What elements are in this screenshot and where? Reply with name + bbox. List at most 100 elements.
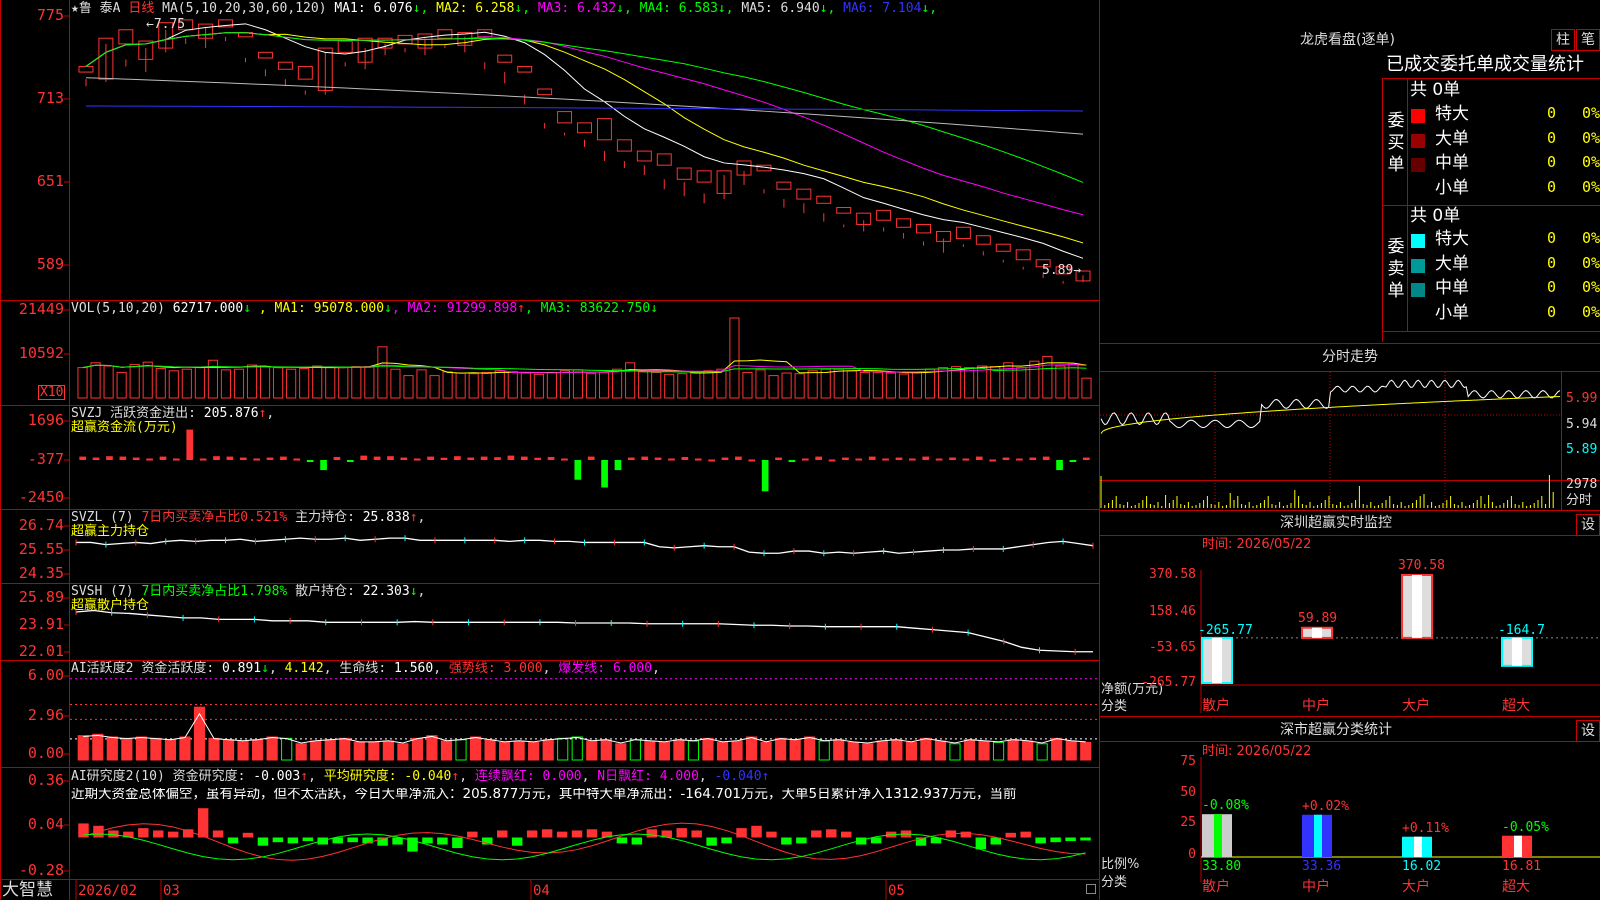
candle-body	[796, 188, 812, 200]
volume-bar	[103, 365, 114, 399]
vol-ma-item: , MA3: 83622.750	[524, 301, 651, 316]
ai-active-bar	[557, 737, 569, 761]
volume-bar	[677, 373, 688, 399]
high-price-label: ←7.75	[146, 17, 186, 32]
svzj-bar	[1056, 460, 1063, 471]
stats-value-label: 16.02	[1402, 859, 1442, 874]
tab-pen-chart[interactable]: 笔	[1576, 29, 1600, 51]
svzj-bar	[400, 457, 408, 460]
ai-active-bar	[731, 740, 743, 761]
ai-active-bar	[716, 741, 729, 761]
ai-active-bar	[586, 740, 598, 761]
volume-bar	[494, 370, 505, 399]
y-axis-label: -2450	[18, 488, 64, 506]
lock-icon[interactable]	[1086, 884, 1096, 894]
ai-research-bar	[586, 829, 598, 838]
y-axis-label: 23.91	[18, 615, 64, 633]
volume-bar	[273, 367, 284, 399]
order-pct: 0%	[1581, 153, 1600, 171]
volume-bar	[442, 371, 453, 399]
ai-active-bar	[992, 741, 1005, 761]
volume-bar	[911, 371, 923, 399]
ai-research-bar	[1065, 837, 1076, 842]
tab-bar-chart[interactable]: 柱	[1551, 29, 1575, 51]
volume-bar	[846, 370, 857, 399]
monitor-value-label: -164.7	[1498, 622, 1545, 638]
order-color-swatch	[1411, 109, 1425, 123]
avg-research-label: 平均研究度:	[323, 769, 397, 784]
svzj-bar	[79, 456, 87, 460]
svzj-bar	[801, 458, 809, 461]
ma-values: MA1: 6.076↓, MA2: 6.258↓, MA3: 6.432↓, M…	[334, 1, 937, 16]
svzj-bar	[681, 456, 689, 460]
order-stats-header[interactable]: 已成交委托单成交量统计	[1386, 56, 1584, 74]
volume-bar	[703, 370, 714, 399]
svzj-bar	[467, 457, 475, 460]
intraday-title[interactable]: 分时走势	[1322, 350, 1378, 364]
order-type-label: 大单	[1435, 128, 1469, 149]
volume-bar	[664, 373, 675, 399]
ai-active-bar	[615, 743, 627, 761]
monitor-y-label: 158.46	[1149, 604, 1196, 619]
svzj-bar	[507, 455, 515, 460]
ai-active-bar	[222, 739, 235, 761]
sz-monitor-title: 深圳超赢实时监控	[1280, 515, 1392, 531]
svzj-label: 活跃资金进出:	[110, 406, 196, 421]
ai-active-bar	[963, 739, 976, 761]
svzj-bar	[226, 456, 234, 460]
volume-bar	[455, 372, 466, 399]
sz-monitor-settings-button[interactable]: 设	[1576, 514, 1600, 536]
ai-research-bar	[781, 837, 792, 845]
ma-arrow: ↓,	[412, 1, 429, 16]
candle-body	[517, 65, 533, 73]
svzl-ratio: 7日内买卖净占比0.521%	[141, 510, 288, 525]
ma-line	[85, 32, 1084, 244]
volume-bar	[299, 368, 310, 399]
volume-bar	[625, 362, 636, 399]
volume-bar	[964, 367, 975, 399]
avg-research-value: -0.040	[404, 769, 452, 784]
stats-value-label: 16.81	[1502, 859, 1542, 874]
stats-value-label: 33.36	[1302, 859, 1342, 874]
ma-item: MA1: 6.076	[334, 1, 413, 16]
candlesticks	[78, 19, 1091, 284]
order-type-label: 中单	[1435, 278, 1469, 298]
vol-ma-item: , MA1: 95078.000	[258, 301, 385, 316]
monitor-bar-highlight	[1312, 627, 1322, 638]
svsh-label: 散户持仓:	[295, 584, 355, 599]
ai-research-bar	[227, 837, 239, 844]
svzj-bar	[882, 458, 889, 461]
volume-bar	[585, 373, 597, 399]
svzl-line-ticks	[75, 535, 1094, 557]
sell-side-label: 委卖单	[1387, 237, 1405, 301]
svzj-bar	[480, 456, 488, 460]
ai-research-bar	[631, 837, 643, 845]
stats-y-label: 75	[1180, 754, 1196, 769]
svzj-bar	[547, 456, 555, 460]
ai-research-bar	[960, 831, 972, 838]
volume-bar	[520, 372, 531, 399]
candle-body	[816, 195, 832, 204]
vol-ma-item: , MA2: 91299.898	[391, 301, 518, 316]
volume-bar	[77, 367, 88, 399]
svzj-bar	[534, 457, 542, 460]
y-axis-label: 25.55	[18, 540, 64, 558]
period-mode[interactable]: 日线	[128, 1, 154, 16]
monitor-category: 超大	[1502, 698, 1530, 714]
volume-bar	[990, 366, 1001, 399]
chart-canvas[interactable]	[0, 0, 1600, 900]
buy-side-label: 委买单	[1387, 111, 1405, 175]
svzj-bar	[427, 456, 434, 460]
volume-bar	[898, 373, 910, 399]
svzl-label: 主力持仓:	[295, 510, 355, 525]
order-pct: 0%	[1581, 104, 1600, 122]
stock-title[interactable]: ★鲁 泰A	[71, 1, 120, 16]
sz-monitor-category-label: 分类	[1101, 699, 1128, 714]
sz-stats-settings-button[interactable]: 设	[1576, 720, 1600, 742]
svzj-bar	[253, 458, 260, 461]
vol-ma-arrow: ↓	[650, 301, 659, 316]
order-count: 0	[1546, 128, 1556, 147]
ai-active-bar	[1051, 737, 1063, 761]
ai-active-value: 0.891	[221, 661, 262, 676]
candle-body	[916, 223, 931, 234]
